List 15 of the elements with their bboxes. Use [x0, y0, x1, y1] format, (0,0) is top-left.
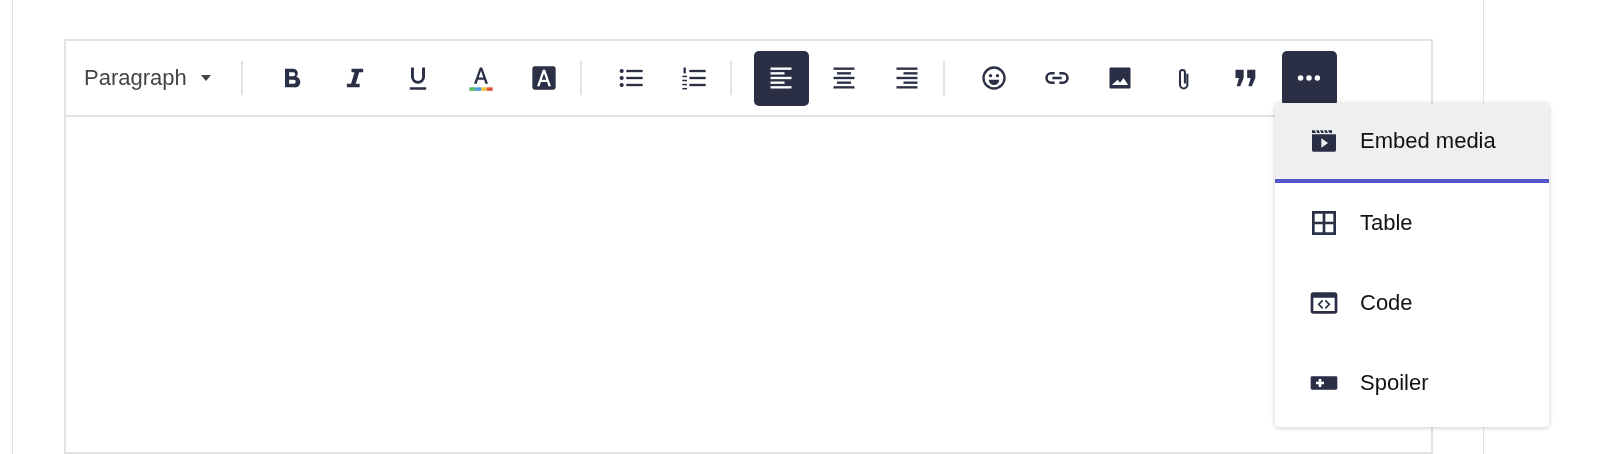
caret-icon: [200, 75, 211, 81]
menu-item[interactable]: Table: [1275, 183, 1549, 263]
menu-item[interactable]: Code: [1275, 263, 1549, 343]
menu-item[interactable]: Embed media: [1275, 103, 1549, 183]
menu-item[interactable]: Spoiler: [1275, 343, 1549, 423]
paragraph-dropdown[interactable]: Paragraph: [76, 59, 219, 97]
more-icon: [1297, 75, 1322, 81]
toolbar-button[interactable]: [753, 50, 809, 106]
menu-item-label: Table: [1360, 210, 1413, 236]
highlight-icon: [530, 64, 559, 92]
menu-item-label: Code: [1360, 290, 1413, 316]
menu-item-label: Spoiler: [1360, 370, 1429, 396]
toolbar-button[interactable]: [1281, 50, 1337, 106]
smiley-icon: [980, 64, 1009, 92]
menu-item-label: Embed media: [1360, 128, 1496, 154]
